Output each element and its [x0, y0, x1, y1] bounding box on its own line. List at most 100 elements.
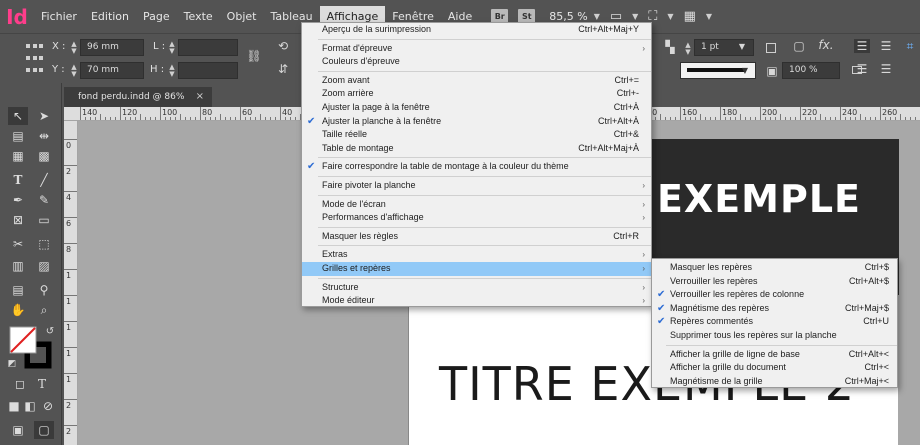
menu-item-verrouiller-les-reperes-de-colonne[interactable]: ✔ Verrouiller les repères de colonne — [652, 288, 897, 302]
menu-item-extras[interactable]: Extras › — [302, 248, 651, 262]
object-effects-icon[interactable]: ▢ — [792, 39, 806, 53]
apply-gradient-icon[interactable]: ◧ — [20, 397, 40, 415]
apply-none-icon[interactable]: ⊘ — [38, 397, 58, 415]
formatting-text-icon[interactable]: T — [32, 375, 52, 393]
menu-item-shortcut: Ctrl+Alt+$ — [848, 275, 889, 286]
hand-tool-icon[interactable]: ✋ — [8, 301, 28, 319]
menu-item-verrouiller-les-reperes[interactable]: Verrouiller les repères Ctrl+Alt+$ — [652, 275, 897, 289]
menu-item-couleurs-d-epreuve[interactable]: Couleurs d'épreuve — [302, 55, 651, 69]
arrange-dropdown-icon[interactable]: ▼ — [706, 12, 712, 21]
ruler-minor-tick — [860, 114, 861, 120]
menu-item-afficher-la-grille-de-ligne-de-base[interactable]: Afficher la grille de ligne de base Ctrl+… — [652, 348, 897, 362]
eyedropper-tool-icon[interactable]: ⚲ — [34, 281, 54, 299]
menu-item-faire-correspondre-la-table-de-montage-a-la-couleur-du-theme[interactable]: ✔ Faire correspondre la table de montage … — [302, 160, 651, 174]
menu-item-table-de-montage[interactable]: Table de montage Ctrl+Alt+Maj+À — [302, 142, 651, 156]
menu-item-mode-editeur[interactable]: Mode éditeur › — [302, 294, 651, 308]
stroke-weight-stepper-icon[interactable]: ▲ ▼ — [682, 42, 694, 56]
content-placer-tool-icon[interactable]: ▩ — [34, 147, 54, 165]
menu-item-ajuster-la-page-a-la-fenetre[interactable]: Ajuster la page à la fenêtre Ctrl+À — [302, 101, 651, 115]
fx-icon[interactable]: fx. — [818, 38, 834, 52]
direct-selection-tool-icon[interactable]: ➤ — [34, 107, 54, 125]
menu-objet[interactable]: Objet — [220, 6, 264, 28]
menu-item-masquer-les-regles[interactable]: Masquer les règles Ctrl+R — [302, 230, 651, 244]
constrain-proportions-icon[interactable]: ⛓ — [246, 49, 262, 63]
formatting-container-icon[interactable]: ◻ — [10, 375, 30, 393]
default-fill-stroke-icon[interactable]: ◩ — [2, 355, 22, 373]
ruler-tick-label: 140 — [82, 108, 98, 117]
menu-item-label: Afficher la grille du document — [670, 362, 786, 373]
menu-item-performances-d-affichage[interactable]: Performances d'affichage › — [302, 211, 651, 225]
menu-item-magnetisme-de-la-grille[interactable]: Magnétisme de la grille Ctrl+Maj+< — [652, 375, 897, 389]
menu-item-mode-de-l-ecran[interactable]: Mode de l'écran › — [302, 198, 651, 212]
flip-icon[interactable]: ⇵ — [276, 62, 290, 76]
gap-tool-icon[interactable]: ⇹ — [34, 127, 54, 145]
menu-item-format-d-epreuve[interactable]: Format d'épreuve › — [302, 42, 651, 56]
free-transform-tool-icon[interactable]: ⬚ — [34, 235, 54, 253]
stroke-swap-icon[interactable]: ▚ — [664, 40, 676, 54]
width-stepper-icon[interactable]: ▲ ▼ — [166, 41, 178, 55]
zoom-dropdown-icon[interactable]: ▼ — [594, 12, 600, 21]
arrange-documents-icon[interactable]: ▦ — [684, 9, 696, 24]
stroke-type-dropdown-icon[interactable]: ▼ — [739, 66, 751, 75]
content-collector-tool-icon[interactable]: ▦ — [8, 147, 28, 165]
y-input[interactable]: 70 mm — [80, 62, 144, 79]
gradient-feather-tool-icon[interactable]: ▨ — [34, 257, 54, 275]
line-tool-icon[interactable]: ╱ — [34, 171, 54, 189]
document-tab[interactable]: fond perdu.indd @ 86% × — [64, 87, 212, 107]
menu-item-masquer-les-reperes[interactable]: Masquer les repères Ctrl+$ — [652, 261, 897, 275]
rotate-icon[interactable]: ⟲ — [276, 39, 290, 53]
reference-point-icon[interactable] — [26, 44, 44, 74]
swap-fill-stroke-icon[interactable]: ↺ — [40, 323, 60, 341]
align-left-icon[interactable]: ☰ — [854, 39, 870, 53]
menu-item-zoom-arriere[interactable]: Zoom arrière Ctrl+- — [302, 87, 651, 101]
zoom-tool-icon[interactable]: ⌕ — [34, 301, 54, 319]
opacity-input[interactable]: 100 % — [782, 62, 840, 79]
height-input[interactable] — [178, 62, 238, 79]
normal-view-icon[interactable]: ▣ — [8, 421, 28, 439]
menu-item-taille-reelle[interactable]: Taille réelle Ctrl+& — [302, 128, 651, 142]
selection-tool-icon[interactable]: ↖ — [8, 107, 28, 125]
preview-mode-icon[interactable]: ▢ — [34, 421, 54, 439]
align-center-icon[interactable]: ☰ — [878, 39, 894, 53]
menu-fichier[interactable]: Fichier — [34, 6, 84, 28]
close-document-icon[interactable]: × — [196, 87, 204, 107]
menu-item-afficher-la-grille-du-document[interactable]: Afficher la grille du document Ctrl+< — [652, 361, 897, 375]
height-stepper-icon[interactable]: ▲ ▼ — [166, 64, 178, 78]
menu-item-structure[interactable]: Structure › — [302, 281, 651, 295]
screen-mode-dropdown-icon[interactable]: ▼ — [667, 12, 673, 21]
view-options-dropdown-icon[interactable]: ▼ — [632, 12, 638, 21]
menu-item-label: Magnétisme des repères — [670, 302, 770, 313]
pen-tool-icon[interactable]: ✒ — [8, 191, 28, 209]
menu-item-apercu-de-la-surimpression[interactable]: Aperçu de la surimpression Ctrl+Alt+Maj+Y — [302, 23, 651, 37]
note-tool-icon[interactable]: ▤ — [8, 281, 28, 299]
rectangle-tool-icon[interactable]: ▭ — [34, 211, 54, 229]
gradient-swatch-tool-icon[interactable]: ▥ — [8, 257, 28, 275]
menu-page[interactable]: Page — [136, 6, 177, 28]
align-justify-icon[interactable]: ☰ — [854, 62, 870, 76]
width-input[interactable] — [178, 39, 238, 56]
menu-item-zoom-avant[interactable]: Zoom avant Ctrl+= — [302, 74, 651, 88]
menu-item-ajuster-la-planche-a-la-fenetre[interactable]: ✔ Ajuster la planche à la fenêtre Ctrl+Alt… — [302, 115, 651, 129]
y-stepper-icon[interactable]: ▲ ▼ — [68, 64, 80, 78]
menu-item-supprimer-tous-les-reperes-sur-la-planche[interactable]: Supprimer tous les repères sur la planch… — [652, 329, 897, 343]
stroke-weight-dropdown-icon[interactable]: ▼ — [736, 42, 748, 51]
submenu-arrow-icon: › — [642, 199, 645, 209]
pencil-tool-icon[interactable]: ✎ — [34, 191, 54, 209]
align-right-icon[interactable]: ☰ — [878, 62, 894, 76]
menu-item-reperes-commentes[interactable]: ✔ Repères commentés Ctrl+U — [652, 315, 897, 329]
vertical-ruler[interactable]: 0 2 4 6 8 1 1 1 1 1 2 2 — [64, 121, 78, 445]
menu-item-faire-pivoter-la-planche[interactable]: Faire pivoter la planche › — [302, 179, 651, 193]
scissors-tool-icon[interactable]: ✂ — [8, 235, 28, 253]
menu-item-magnetisme-des-reperes[interactable]: ✔ Magnétisme des repères Ctrl+Maj+$ — [652, 302, 897, 316]
menu-texte[interactable]: Texte — [177, 6, 220, 28]
frame-fitting-icon[interactable]: ⌗ — [902, 39, 918, 54]
menu-item-shortcut: Ctrl+< — [864, 362, 889, 373]
x-stepper-icon[interactable]: ▲ ▼ — [68, 41, 80, 55]
menu-edition[interactable]: Edition — [84, 6, 136, 28]
menu-item-grilles-et-reperes[interactable]: Grilles et repères › — [302, 261, 651, 276]
x-input[interactable]: 96 mm — [80, 39, 144, 56]
page-tool-icon[interactable]: ▤ — [8, 127, 28, 145]
rectangle-frame-tool-icon[interactable]: ⊠ — [8, 211, 28, 229]
drop-shadow-icon[interactable] — [766, 43, 776, 53]
type-tool-icon[interactable]: T — [8, 171, 28, 189]
